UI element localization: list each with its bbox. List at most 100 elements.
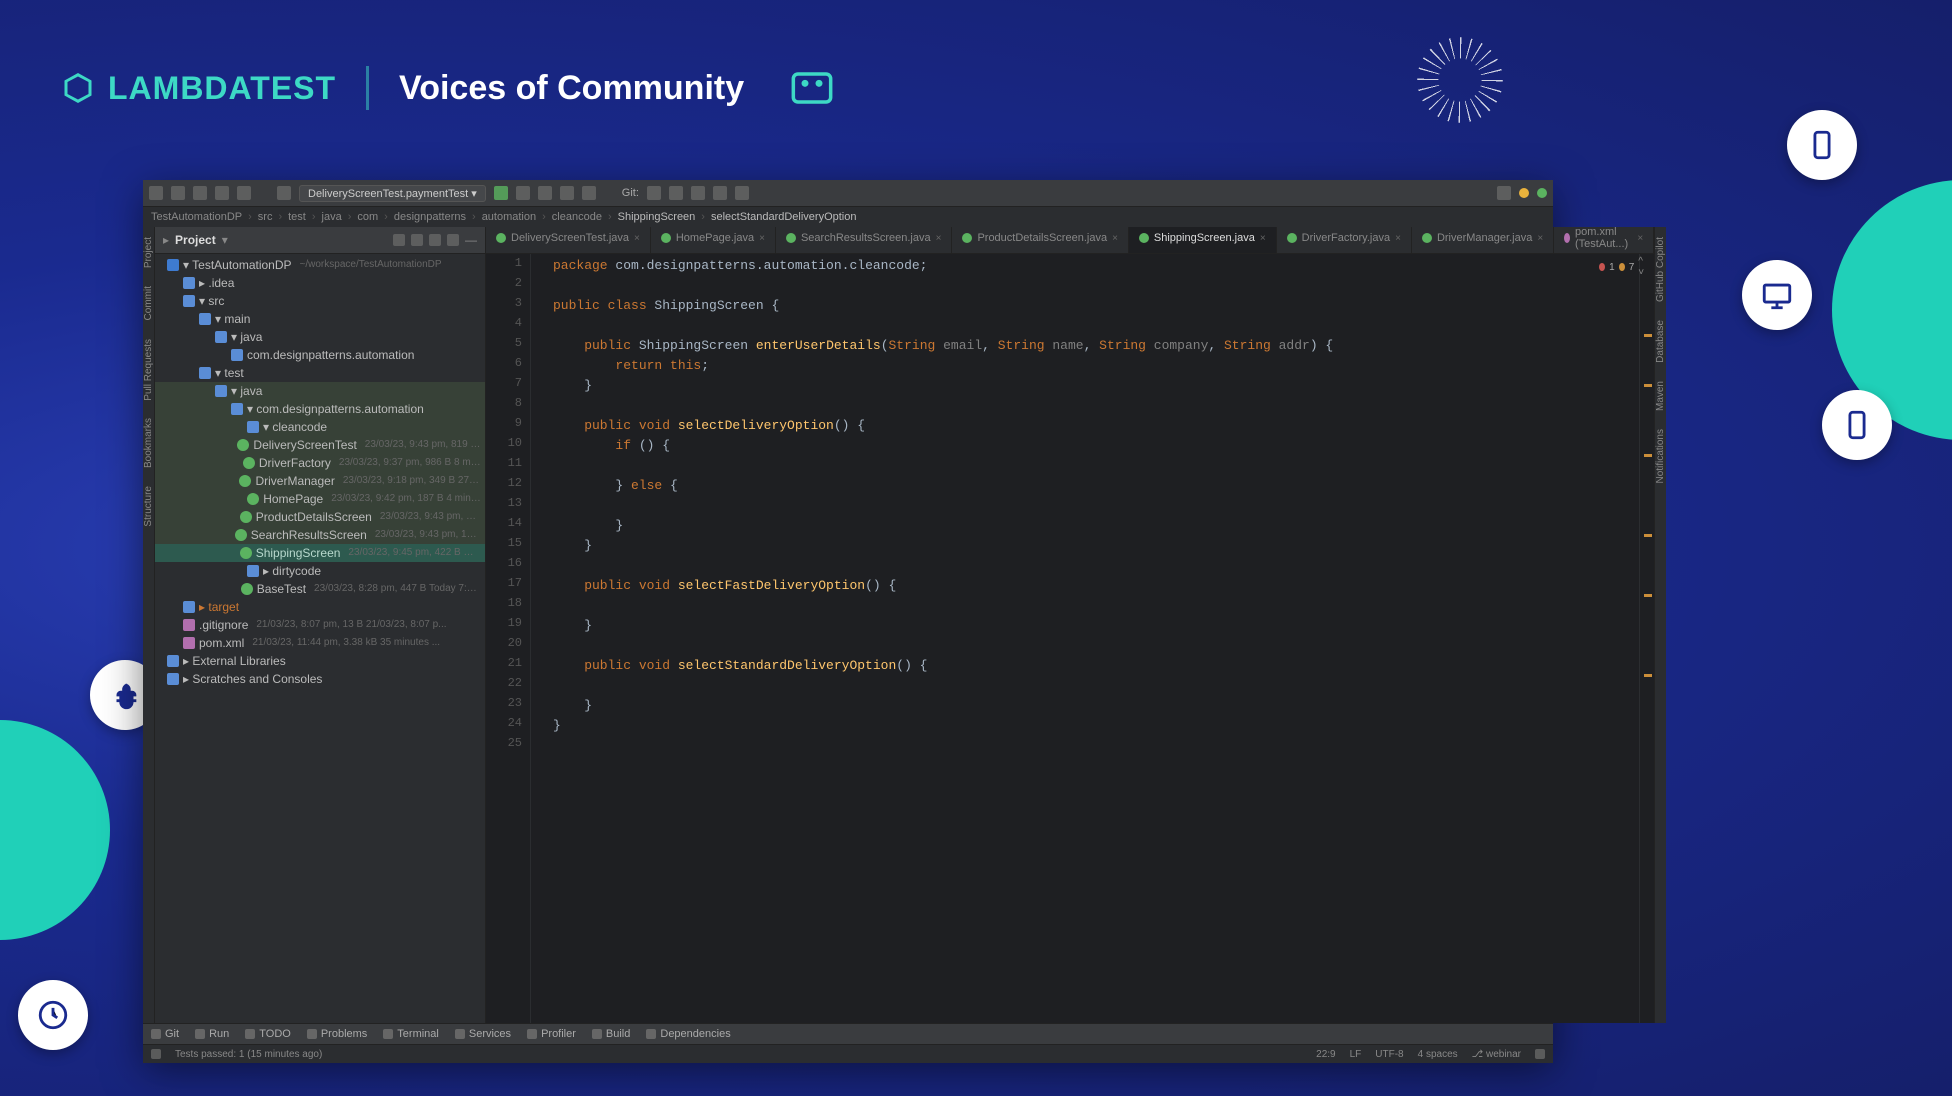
rail-item[interactable]: Project <box>143 237 154 268</box>
git-branch[interactable]: ⎇ webinar <box>1472 1049 1521 1060</box>
forward-icon[interactable] <box>237 186 251 200</box>
git-push-icon[interactable] <box>691 186 705 200</box>
tree-row[interactable]: ▾ main <box>155 310 485 328</box>
bottom-tab[interactable]: Services <box>455 1028 511 1040</box>
close-tab-icon[interactable]: × <box>1637 233 1643 244</box>
close-tab-icon[interactable]: × <box>1537 233 1543 244</box>
stop-icon[interactable] <box>582 186 596 200</box>
editor-tab[interactable]: HomePage.java× <box>651 227 776 253</box>
breadcrumb-item[interactable]: automation <box>482 211 536 223</box>
editor-tab[interactable]: DriverFactory.java× <box>1277 227 1412 253</box>
sync-icon[interactable] <box>193 186 207 200</box>
rail-item[interactable]: Pull Requests <box>143 339 154 401</box>
breadcrumb-item[interactable]: designpatterns <box>394 211 466 223</box>
tree-row[interactable]: com.designpatterns.automation <box>155 346 485 364</box>
encoding[interactable]: UTF-8 <box>1375 1049 1403 1060</box>
tree-row[interactable]: ▾ src <box>155 292 485 310</box>
close-tab-icon[interactable]: × <box>1260 233 1266 244</box>
tree-row[interactable]: ▾ TestAutomationDP~/workspace/TestAutoma… <box>155 256 485 274</box>
git-commit-icon[interactable] <box>669 186 683 200</box>
coverage-icon[interactable] <box>538 186 552 200</box>
back-icon[interactable] <box>215 186 229 200</box>
settings-icon[interactable] <box>447 234 459 246</box>
breadcrumb-item[interactable]: TestAutomationDP <box>151 211 242 223</box>
hide-icon[interactable]: — <box>465 233 477 247</box>
rail-item[interactable]: Database <box>1655 320 1666 363</box>
tree-row[interactable]: ▸ Scratches and Consoles <box>155 670 485 688</box>
breadcrumb-item[interactable]: com <box>357 211 378 223</box>
tree-row[interactable]: DriverFactory23/03/23, 9:37 pm, 986 B 8 … <box>155 454 485 472</box>
tree-row[interactable]: ▾ java <box>155 328 485 346</box>
bottom-tab[interactable]: TODO <box>245 1028 291 1040</box>
inspection-indicator[interactable]: 1 7 ^ ˅ <box>1599 256 1648 278</box>
close-tab-icon[interactable]: × <box>759 233 765 244</box>
bottom-tab[interactable]: Run <box>195 1028 229 1040</box>
tree-row[interactable]: ▸ .idea <box>155 274 485 292</box>
code-editor[interactable]: 1234567891011121314151617181920212223242… <box>486 254 1654 1023</box>
run-config-select[interactable]: DeliveryScreenTest.paymentTest ▾ <box>299 185 486 202</box>
save-icon[interactable] <box>171 186 185 200</box>
monitor-button[interactable] <box>1742 260 1812 330</box>
rail-item[interactable]: Structure <box>143 486 154 527</box>
bottom-tab[interactable]: Build <box>592 1028 630 1040</box>
search-icon[interactable] <box>1497 186 1511 200</box>
tree-row[interactable]: .gitignore21/03/23, 8:07 pm, 13 B 21/03/… <box>155 616 485 634</box>
bottom-tab[interactable]: Terminal <box>383 1028 439 1040</box>
editor-tab[interactable]: DriverManager.java× <box>1412 227 1554 253</box>
device-button-1[interactable] <box>1787 110 1857 180</box>
collapse-all-icon[interactable] <box>429 234 441 246</box>
editor-tab[interactable]: ProductDetailsScreen.java× <box>952 227 1128 253</box>
tree-row[interactable]: ▾ test <box>155 364 485 382</box>
expand-all-icon[interactable] <box>411 234 423 246</box>
rail-item[interactable]: Bookmarks <box>143 418 154 468</box>
tree-row[interactable]: HomePage23/03/23, 9:42 pm, 187 B 4 minut… <box>155 490 485 508</box>
hub-icon[interactable] <box>1537 188 1547 198</box>
tree-row[interactable]: ▾ java <box>155 382 485 400</box>
rail-item[interactable]: Notifications <box>1655 429 1666 483</box>
rail-item[interactable]: Maven <box>1655 381 1666 411</box>
debug-icon[interactable] <box>516 186 530 200</box>
select-opened-icon[interactable] <box>393 234 405 246</box>
close-tab-icon[interactable]: × <box>634 233 640 244</box>
indent[interactable]: 4 spaces <box>1418 1049 1458 1060</box>
tree-row[interactable]: SearchResultsScreen23/03/23, 9:43 pm, 18… <box>155 526 485 544</box>
breadcrumb-item[interactable]: ShippingScreen <box>618 211 696 223</box>
rail-item[interactable]: Commit <box>143 286 154 320</box>
clock-button[interactable] <box>18 980 88 1050</box>
caret-pos[interactable]: 22:9 <box>1316 1049 1335 1060</box>
build-icon[interactable] <box>277 186 291 200</box>
editor-tab[interactable]: ShippingScreen.java× <box>1129 227 1277 253</box>
tree-row[interactable]: BaseTest23/03/23, 8:28 pm, 447 B Today 7… <box>155 580 485 598</box>
close-tab-icon[interactable]: × <box>936 233 942 244</box>
close-tab-icon[interactable]: × <box>1112 233 1118 244</box>
editor-tab[interactable]: DeliveryScreenTest.java× <box>486 227 651 253</box>
tree-row[interactable]: DeliveryScreenTest23/03/23, 9:43 pm, 819… <box>155 436 485 454</box>
tool-window-icon[interactable] <box>151 1049 161 1059</box>
git-update-icon[interactable] <box>647 186 661 200</box>
close-tab-icon[interactable]: × <box>1395 233 1401 244</box>
rail-item[interactable]: GitHub Copilot <box>1655 237 1666 302</box>
device-button-2[interactable] <box>1822 390 1892 460</box>
breadcrumb-item[interactable]: selectStandardDeliveryOption <box>711 211 857 223</box>
bottom-tab[interactable]: Problems <box>307 1028 367 1040</box>
breadcrumb-item[interactable]: java <box>322 211 342 223</box>
tree-row[interactable]: ProductDetailsScreen23/03/23, 9:43 pm, 2… <box>155 508 485 526</box>
bottom-tab[interactable]: Profiler <box>527 1028 576 1040</box>
tree-row[interactable]: DriverManager23/03/23, 9:18 pm, 349 B 27… <box>155 472 485 490</box>
line-ending[interactable]: LF <box>1350 1049 1362 1060</box>
breadcrumb-item[interactable]: src <box>258 211 273 223</box>
profile-icon[interactable] <box>560 186 574 200</box>
tree-row[interactable]: ▾ cleancode <box>155 418 485 436</box>
git-history-icon[interactable] <box>713 186 727 200</box>
tree-row[interactable]: ▸ External Libraries <box>155 652 485 670</box>
tree-row[interactable]: ▸ target <box>155 598 485 616</box>
error-stripe[interactable]: 1 7 ^ ˅ <box>1639 254 1654 1023</box>
editor-tab[interactable]: SearchResultsScreen.java× <box>776 227 952 253</box>
lock-icon[interactable] <box>1535 1049 1545 1059</box>
breadcrumb-item[interactable]: cleancode <box>552 211 602 223</box>
tree-row[interactable]: pom.xml21/03/23, 11:44 pm, 3.38 kB 35 mi… <box>155 634 485 652</box>
git-rollback-icon[interactable] <box>735 186 749 200</box>
tree-row[interactable]: ▾ com.designpatterns.automation <box>155 400 485 418</box>
run-icon[interactable] <box>494 186 508 200</box>
project-tree[interactable]: ▾ TestAutomationDP~/workspace/TestAutoma… <box>155 254 485 1023</box>
